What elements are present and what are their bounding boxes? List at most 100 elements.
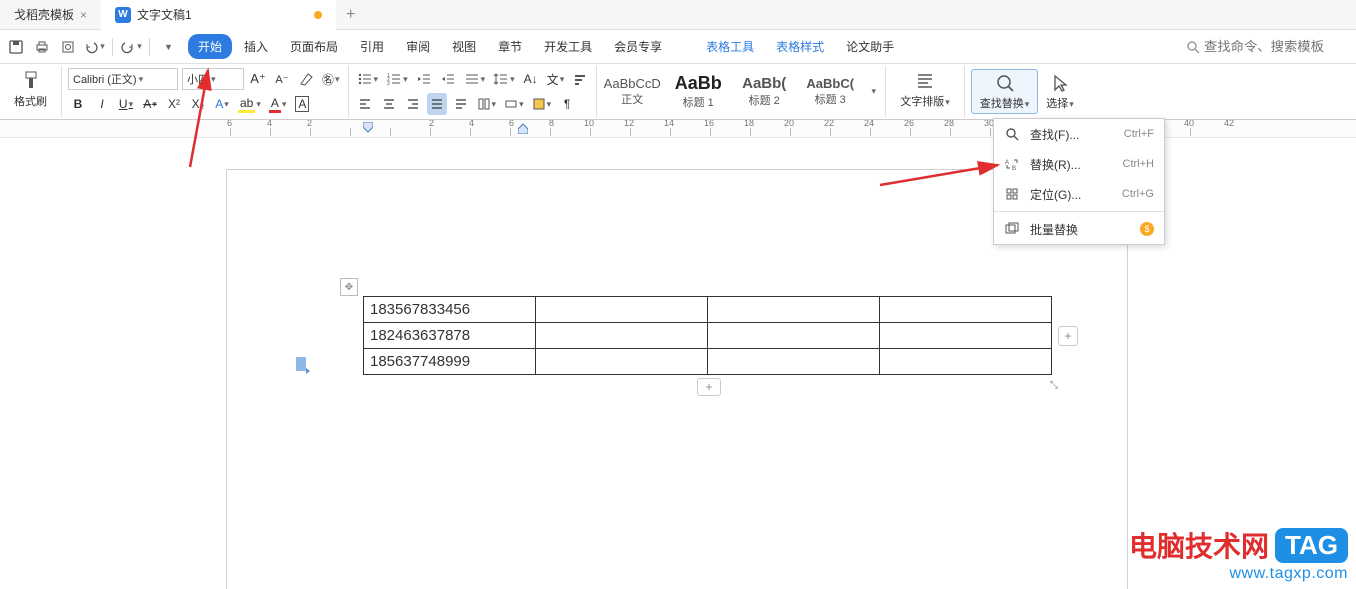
right-indent-marker[interactable] xyxy=(518,122,528,134)
table-cell[interactable] xyxy=(880,297,1052,323)
italic-icon[interactable]: I xyxy=(92,93,112,115)
style-heading-1[interactable]: AaBb标题 1 xyxy=(665,68,731,116)
highlight-icon[interactable]: ab▾ xyxy=(236,93,263,115)
decrease-indent-icon[interactable] xyxy=(414,68,434,90)
bullets-icon[interactable]: ▾ xyxy=(355,68,381,90)
table-cell[interactable] xyxy=(536,323,708,349)
search-icon xyxy=(1186,40,1200,54)
align-justify-icon[interactable] xyxy=(427,93,447,115)
tab-start[interactable]: 开始 xyxy=(188,34,232,59)
print-preview-icon[interactable] xyxy=(56,35,80,59)
select-button[interactable]: 选择▾ xyxy=(1038,70,1082,113)
align-left-icon[interactable] xyxy=(355,93,375,115)
table-cell[interactable] xyxy=(880,323,1052,349)
add-row-button[interactable]: + xyxy=(697,378,721,396)
add-column-button[interactable]: + xyxy=(1058,326,1078,346)
style-heading-2[interactable]: AaBb(标题 2 xyxy=(731,68,797,116)
tab-button-icon[interactable]: ▾ xyxy=(502,93,526,115)
font-size-select[interactable]: 小四▾ xyxy=(182,68,244,90)
styles-more-icon[interactable]: ▾ xyxy=(863,70,883,114)
change-case-icon[interactable]: ㊔▾ xyxy=(320,68,342,90)
sort-icon[interactable] xyxy=(570,68,590,90)
menu-replace[interactable]: AB 替换(R)... Ctrl+H xyxy=(994,149,1164,179)
tab-vip[interactable]: 会员专享 xyxy=(604,34,672,59)
superscript-icon[interactable]: X² xyxy=(164,93,184,115)
close-icon[interactable]: × xyxy=(80,8,87,22)
line-spacing-decrease-icon[interactable]: ▾ xyxy=(462,68,488,90)
menu-batch-replace[interactable]: 批量替换 $ xyxy=(994,214,1164,244)
strikethrough-icon[interactable]: A▾ xyxy=(140,93,160,115)
tab-insert[interactable]: 插入 xyxy=(234,34,278,59)
table-cell[interactable]: 182463637878 xyxy=(364,323,536,349)
table-cell[interactable] xyxy=(880,349,1052,375)
format-painter-label: 格式刷 xyxy=(14,93,47,109)
format-painter-button[interactable]: 格式刷 xyxy=(6,68,55,111)
text-layout-button[interactable]: 文字排版▾ xyxy=(892,68,958,111)
table-row[interactable]: 182463637878 xyxy=(364,323,1052,349)
style-heading-3[interactable]: AaBbC(标题 3 xyxy=(797,68,863,116)
tab-page-layout[interactable]: 页面布局 xyxy=(280,34,348,59)
tab-view[interactable]: 视图 xyxy=(442,34,486,59)
table-cell[interactable] xyxy=(708,349,880,375)
style-normal[interactable]: AaBbCcD正文 xyxy=(599,68,665,116)
left-indent-marker[interactable] xyxy=(363,122,373,134)
watermark-url: www.tagxp.com xyxy=(1129,565,1348,583)
shading-icon[interactable]: ▾ xyxy=(530,93,554,115)
table-row[interactable]: 185637748999 xyxy=(364,349,1052,375)
numbering-icon[interactable]: 123▾ xyxy=(384,68,410,90)
text-effect-icon[interactable]: A▾ xyxy=(212,93,232,115)
font-color-icon[interactable]: A▾ xyxy=(267,93,289,115)
font-name-select[interactable]: Calibri (正文)▾ xyxy=(68,68,178,90)
find-replace-button[interactable]: 查找替换▾ xyxy=(971,69,1039,114)
redo-icon[interactable]: ▾ xyxy=(119,35,143,59)
menu-find[interactable]: 查找(F)... Ctrl+F xyxy=(994,119,1164,149)
table-cell[interactable] xyxy=(708,297,880,323)
increase-font-icon[interactable]: A⁺ xyxy=(248,68,268,90)
table-move-handle[interactable]: ✥ xyxy=(340,278,358,296)
undo-icon[interactable]: ▾ xyxy=(82,35,106,59)
text-layout-icon xyxy=(914,70,936,92)
paragraph-action-icon[interactable] xyxy=(294,356,310,374)
clear-format-icon[interactable] xyxy=(296,68,316,90)
table-cell[interactable]: 185637748999 xyxy=(364,349,536,375)
table-cell[interactable]: 183567833456 xyxy=(364,297,536,323)
document-page[interactable] xyxy=(227,170,1127,589)
align-distribute-icon[interactable] xyxy=(451,93,471,115)
document-table[interactable]: 183567833456 182463637878 185637748999 xyxy=(363,296,1052,375)
decrease-font-icon[interactable]: A⁻ xyxy=(272,68,292,90)
tab-developer[interactable]: 开发工具 xyxy=(534,34,602,59)
tab-review[interactable]: 审阅 xyxy=(396,34,440,59)
table-cell[interactable] xyxy=(536,349,708,375)
underline-icon[interactable]: U▾ xyxy=(116,93,136,115)
bold-icon[interactable]: B xyxy=(68,93,88,115)
menu-goto[interactable]: 定位(G)... Ctrl+G xyxy=(994,179,1164,209)
tab-chapter[interactable]: 章节 xyxy=(488,34,532,59)
table-cell[interactable] xyxy=(708,323,880,349)
group-clipboard: 格式刷 xyxy=(0,66,62,117)
table-row[interactable]: 183567833456 xyxy=(364,297,1052,323)
tab-references[interactable]: 引用 xyxy=(350,34,394,59)
tab-template[interactable]: 戈稻壳模板 × xyxy=(0,0,101,30)
tab-table-tools[interactable]: 表格工具 xyxy=(696,34,764,59)
text-direction-icon[interactable]: A↓ xyxy=(521,68,541,90)
line-spacing-icon[interactable]: ▾ xyxy=(491,68,517,90)
qat-dropdown-icon[interactable]: ▼ xyxy=(156,35,180,59)
increase-indent-icon[interactable] xyxy=(438,68,458,90)
save-icon[interactable] xyxy=(4,35,28,59)
align-right-icon[interactable] xyxy=(403,93,423,115)
table-resize-handle[interactable]: ⤡ xyxy=(1050,380,1062,392)
subscript-icon[interactable]: X₂ xyxy=(188,93,208,115)
table-cell[interactable] xyxy=(536,297,708,323)
columns-icon[interactable]: ▾ xyxy=(475,93,499,115)
tab-paper-helper[interactable]: 论文助手 xyxy=(836,34,904,59)
tab-table-style[interactable]: 表格样式 xyxy=(766,34,834,59)
align-center-icon[interactable] xyxy=(379,93,399,115)
character-border-icon[interactable]: A xyxy=(292,93,312,115)
tab-document-1[interactable]: W 文字文稿1 xyxy=(101,0,336,30)
add-tab-button[interactable]: + xyxy=(336,6,366,24)
phonetic-guide-icon[interactable]: 文▾ xyxy=(545,68,567,90)
print-icon[interactable] xyxy=(30,35,54,59)
show-marks-icon[interactable]: ¶ xyxy=(557,93,577,115)
command-search[interactable] xyxy=(1178,39,1352,54)
command-search-input[interactable] xyxy=(1204,39,1344,54)
